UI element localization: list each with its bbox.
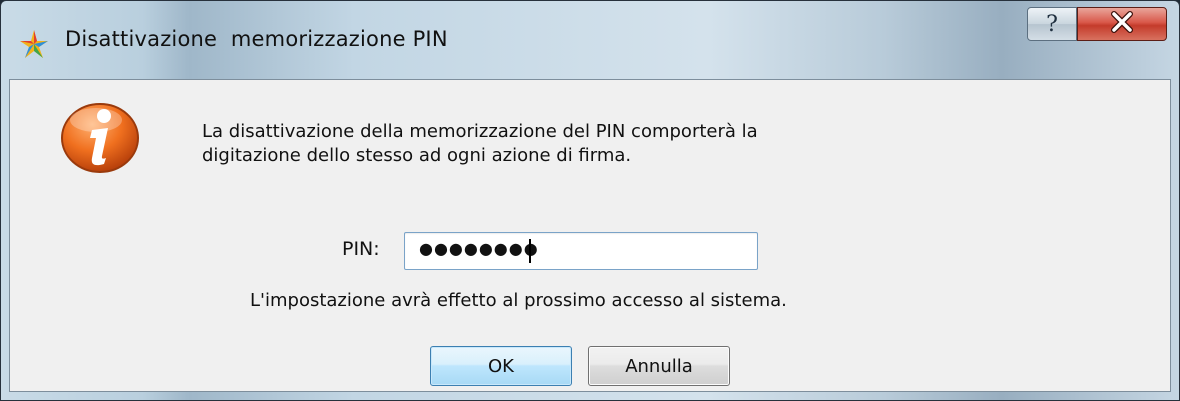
star-icon bbox=[17, 27, 51, 61]
message-line-1: La disattivazione della memorizzazione d… bbox=[202, 121, 758, 142]
dialog-body: La disattivazione della memorizzazione d… bbox=[9, 79, 1171, 392]
settings-note: L'impostazione avrà effetto al prossimo … bbox=[250, 290, 787, 311]
pin-label: PIN: bbox=[342, 238, 380, 260]
cancel-button[interactable]: Annulla bbox=[588, 346, 730, 386]
text-caret bbox=[529, 239, 531, 263]
close-button[interactable] bbox=[1077, 7, 1167, 41]
dialog-window: Disattivazione memorizzazione PIN ? La d… bbox=[0, 0, 1180, 401]
help-button[interactable]: ? bbox=[1027, 7, 1077, 41]
help-icon: ? bbox=[1046, 11, 1058, 37]
info-message: La disattivazione della memorizzazione d… bbox=[202, 120, 758, 168]
ok-button[interactable]: OK bbox=[430, 346, 572, 386]
window-title: Disattivazione memorizzazione PIN bbox=[65, 27, 448, 51]
info-icon bbox=[52, 86, 148, 182]
pin-input[interactable]: ●●●●●●●● bbox=[404, 232, 758, 270]
message-line-2: digitazione dello stesso ad ogni azione … bbox=[202, 145, 632, 166]
close-icon bbox=[1109, 11, 1135, 37]
pin-value: ●●●●●●●● bbox=[419, 239, 539, 258]
title-bar[interactable]: Disattivazione memorizzazione PIN ? bbox=[1, 1, 1179, 79]
